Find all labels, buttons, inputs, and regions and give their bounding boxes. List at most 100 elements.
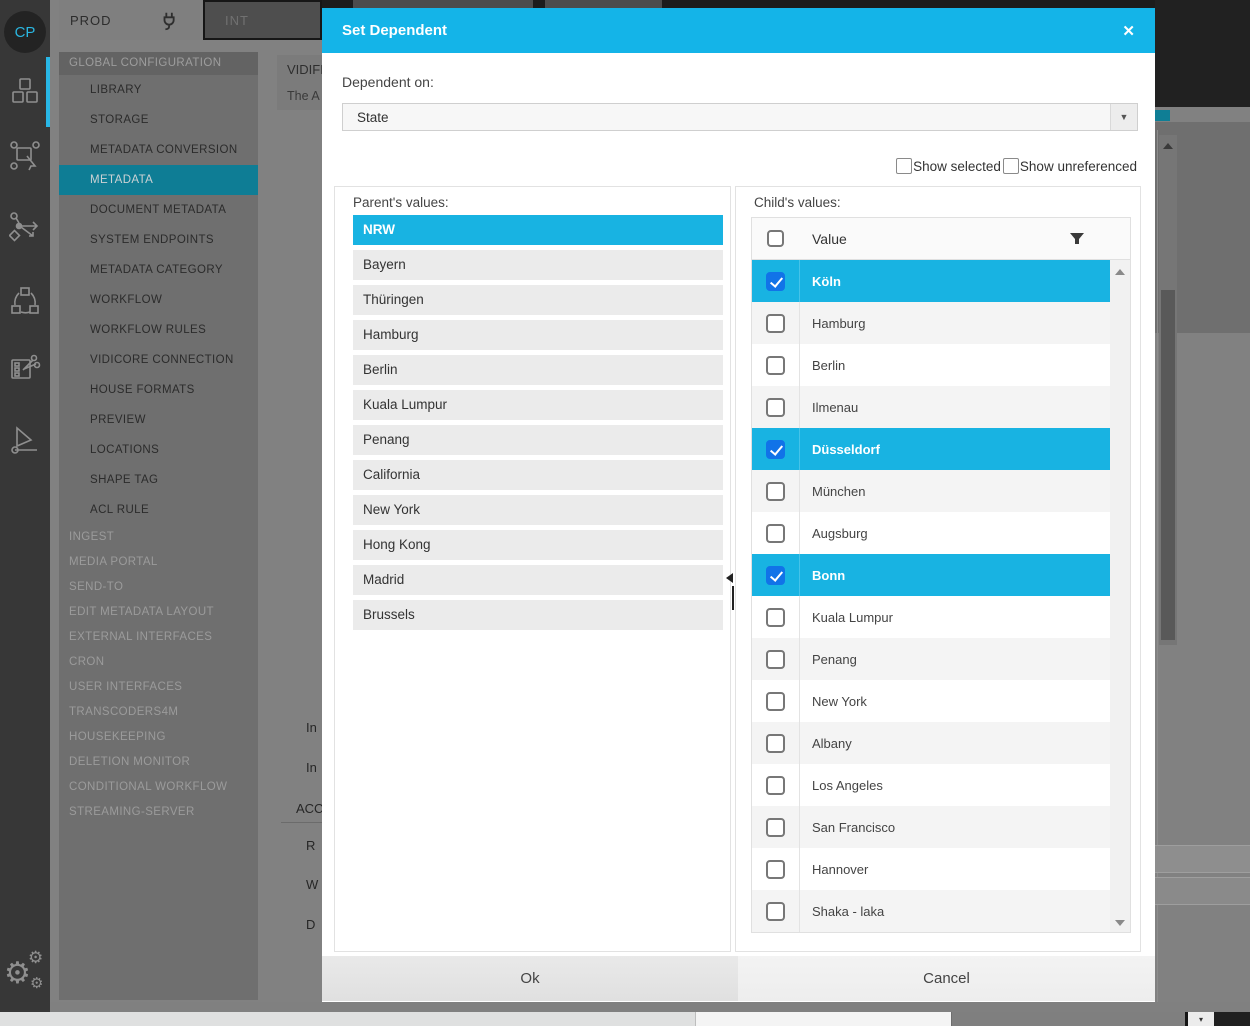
child-value-row[interactable]: Hannover (752, 848, 1130, 890)
media-edit-icon[interactable] (9, 352, 41, 384)
child-value-label: Albany (799, 736, 852, 751)
menu-item-shape-tag[interactable]: SHAPE TAG (59, 465, 258, 495)
checked-checkbox[interactable] (766, 440, 785, 459)
unchecked-checkbox[interactable] (766, 860, 785, 879)
menu-item-metadata-conversion[interactable]: METADATA CONVERSION (59, 135, 258, 165)
parent-value-item[interactable]: Thüringen (353, 285, 723, 315)
child-value-row[interactable]: Shaka - laka (752, 890, 1130, 932)
unchecked-checkbox[interactable] (766, 524, 785, 543)
close-icon[interactable]: ✕ (1122, 22, 1135, 40)
menu-item-workflow[interactable]: WORKFLOW (59, 285, 258, 315)
menu-item-house-formats[interactable]: HOUSE FORMATS (59, 375, 258, 405)
network-pointer-icon[interactable] (9, 140, 41, 172)
select-all-checkbox[interactable] (767, 230, 784, 247)
child-value-row[interactable]: Hamburg (752, 302, 1130, 344)
parent-value-item[interactable]: Hong Kong (353, 530, 723, 560)
menu-item-library[interactable]: LIBRARY (59, 75, 258, 105)
unchecked-checkbox[interactable] (766, 398, 785, 417)
unchecked-checkbox[interactable] (766, 818, 785, 837)
scrollbar-thumb[interactable] (1161, 290, 1175, 640)
unchecked-checkbox[interactable] (766, 608, 785, 627)
cancel-button[interactable]: Cancel (738, 956, 1155, 1001)
menu-group-external-interfaces[interactable]: EXTERNAL INTERFACES (59, 625, 258, 650)
child-value-row[interactable]: Berlin (752, 344, 1130, 386)
menu-group-streaming-server[interactable]: STREAMING-SERVER (59, 800, 258, 825)
menu-item-metadata[interactable]: METADATA (59, 165, 258, 195)
unchecked-checkbox[interactable] (766, 902, 785, 921)
menu-item-document-metadata[interactable]: DOCUMENT METADATA (59, 195, 258, 225)
checked-checkbox[interactable] (766, 272, 785, 291)
menu-group-ingest[interactable]: INGEST (59, 525, 258, 550)
unchecked-checkbox[interactable] (766, 692, 785, 711)
menu-item-workflow-rules[interactable]: WORKFLOW RULES (59, 315, 258, 345)
child-value-row[interactable]: Augsburg (752, 512, 1130, 554)
child-value-row[interactable]: Penang (752, 638, 1130, 680)
child-value-row[interactable]: Albany (752, 722, 1130, 764)
unchecked-checkbox[interactable] (766, 314, 785, 333)
menu-group-send-to[interactable]: SEND-TO (59, 575, 258, 600)
recycle-icon[interactable] (9, 285, 41, 317)
parent-value-item[interactable]: Hamburg (353, 320, 723, 350)
child-value-row[interactable]: Düsseldorf (752, 428, 1130, 470)
menu-item-metadata-category[interactable]: METADATA CATEGORY (59, 255, 258, 285)
parent-value-item[interactable]: Brussels (353, 600, 723, 630)
scroll-up-icon[interactable] (1163, 143, 1173, 149)
menu-group-media-portal[interactable]: MEDIA PORTAL (59, 550, 258, 575)
child-value-row[interactable]: München (752, 470, 1130, 512)
menu-group-conditional-workflow[interactable]: CONDITIONAL WORKFLOW (59, 775, 258, 800)
unchecked-checkbox[interactable] (766, 734, 785, 753)
parent-value-item[interactable]: Kuala Lumpur (353, 390, 723, 420)
child-value-row[interactable]: Bonn (752, 554, 1130, 596)
scroll-up-icon[interactable] (1115, 269, 1125, 275)
show-unreferenced-label: Show unreferenced (1020, 159, 1137, 174)
unchecked-checkbox[interactable] (766, 356, 785, 375)
menu-item-acl-rule[interactable]: ACL RULE (59, 495, 258, 525)
unchecked-checkbox[interactable] (766, 482, 785, 501)
menu-item-locations[interactable]: LOCATIONS (59, 435, 258, 465)
background-dropdown-button[interactable]: ▾ (1188, 1012, 1214, 1026)
workflow-branch-icon[interactable] (9, 210, 41, 242)
menu-group-transcoders4m[interactable]: TRANSCODERS4M (59, 700, 258, 725)
parent-value-item[interactable]: California (353, 460, 723, 490)
menu-item-system-endpoints[interactable]: SYSTEM ENDPOINTS (59, 225, 258, 255)
child-value-row[interactable]: Köln (752, 260, 1130, 302)
menu-group-user-interfaces[interactable]: USER INTERFACES (59, 675, 258, 700)
tab-prod[interactable]: PROD (59, 0, 200, 40)
child-value-row[interactable]: San Francisco (752, 806, 1130, 848)
menu-item-storage[interactable]: STORAGE (59, 105, 258, 135)
child-list-scrollbar[interactable] (1110, 260, 1130, 932)
unchecked-checkbox[interactable] (766, 650, 785, 669)
tab-int[interactable]: INT (203, 0, 322, 40)
show-selected-checkbox[interactable] (896, 158, 912, 174)
menu-item-vidicore-connection[interactable]: VIDICORE CONNECTION (59, 345, 258, 375)
settings-gears-icon[interactable]: ⚙ ⚙ ⚙ (4, 948, 48, 1002)
child-value-row[interactable]: New York (752, 680, 1130, 722)
show-unreferenced-checkbox[interactable] (1003, 158, 1019, 174)
menu-group-edit-metadata-layout[interactable]: EDIT METADATA LAYOUT (59, 600, 258, 625)
child-value-row[interactable]: Kuala Lumpur (752, 596, 1130, 638)
child-value-row[interactable]: Ilmenau (752, 386, 1130, 428)
checked-checkbox[interactable] (766, 566, 785, 585)
assets-cubes-icon[interactable] (9, 75, 41, 107)
background-scrollbar[interactable] (1159, 135, 1177, 645)
parent-value-item[interactable]: Madrid (353, 565, 723, 595)
child-value-row[interactable]: Los Angeles (752, 764, 1130, 806)
unchecked-checkbox[interactable] (766, 776, 785, 795)
ok-button[interactable]: Ok (322, 956, 738, 1001)
scroll-down-icon[interactable] (1115, 920, 1125, 926)
plug-icon (159, 10, 181, 32)
dependent-on-select[interactable]: State ▼ (342, 103, 1138, 131)
menu-group-cron[interactable]: CRON (59, 650, 258, 675)
parent-value-item[interactable]: Berlin (353, 355, 723, 385)
parent-value-item[interactable]: Bayern (353, 250, 723, 280)
parent-value-item[interactable]: Penang (353, 425, 723, 455)
cp-logo[interactable]: CP (4, 11, 46, 53)
menu-item-preview[interactable]: PREVIEW (59, 405, 258, 435)
menu-group-global-configuration[interactable]: GLOBAL CONFIGURATION (59, 52, 258, 75)
filter-funnel-icon[interactable] (1069, 231, 1085, 247)
export-play-icon[interactable] (9, 424, 41, 456)
parent-value-item[interactable]: New York (353, 495, 723, 525)
menu-group-deletion-monitor[interactable]: DELETION MONITOR (59, 750, 258, 775)
parent-value-item[interactable]: NRW (353, 215, 723, 245)
menu-group-housekeeping[interactable]: HOUSEKEEPING (59, 725, 258, 750)
